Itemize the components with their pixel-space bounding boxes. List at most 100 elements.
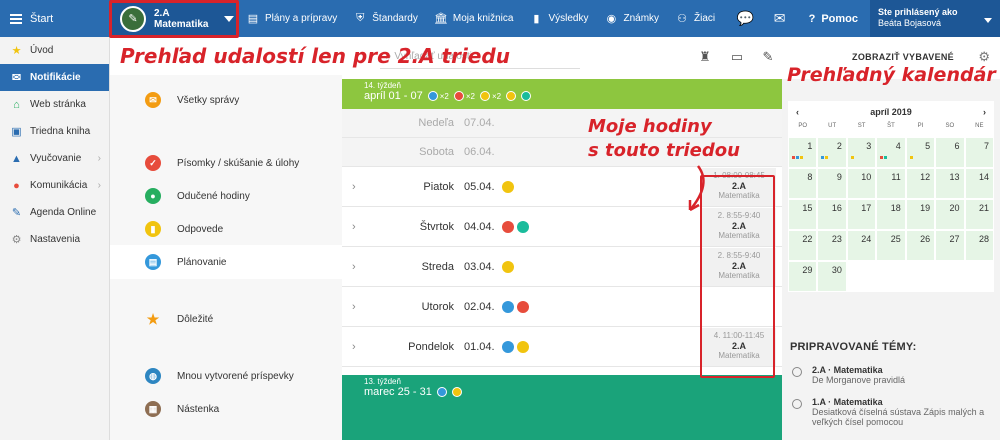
calendar-day-number: 13: [949, 172, 960, 182]
presentation-icon[interactable]: ▭: [729, 49, 745, 65]
category-item-4[interactable]: ▤ Plánovanie: [110, 245, 342, 279]
sidebar-item-0[interactable]: ★ Úvod: [0, 37, 109, 64]
event-dot-icon[interactable]: [502, 180, 514, 193]
calendar-day[interactable]: 20: [935, 199, 965, 230]
sidebar-item-6[interactable]: ✎ Agenda Online: [0, 199, 109, 226]
calendar-day[interactable]: 12: [905, 168, 936, 199]
event-dot-icon[interactable]: [517, 340, 529, 353]
envelope-icon: ✉: [145, 92, 161, 108]
edit-icon[interactable]: ✎: [760, 49, 776, 65]
sidebar-item-3[interactable]: ▣ Triedna kniha: [0, 118, 109, 145]
event-markers: [909, 156, 913, 159]
nav-item-0[interactable]: ▤ Plány a prípravy: [238, 0, 345, 37]
category-item-2[interactable]: ● Odučené hodiny: [110, 179, 342, 213]
chevron-right-icon[interactable]: ›: [352, 221, 356, 233]
calendar-day[interactable]: 26: [905, 230, 936, 261]
calendar-day[interactable]: 22: [788, 230, 818, 261]
calendar-day[interactable]: 30: [817, 261, 847, 292]
calendar-day[interactable]: 11: [876, 168, 906, 199]
event-dot-icon[interactable]: [517, 300, 529, 313]
calendar-day[interactable]: 5: [905, 137, 936, 168]
next-month-button[interactable]: ›: [983, 107, 986, 117]
sidebar-item-5[interactable]: ● Komunikácia ›: [0, 172, 109, 199]
event-dot-icon[interactable]: [502, 340, 514, 353]
week-header-current[interactable]: 14. týždeň apríl 01 - 07 ×2 ×2 ×2: [342, 79, 782, 109]
start-menu-button[interactable]: Štart: [0, 0, 110, 37]
category-item-3[interactable]: ▮ Odpovede: [110, 212, 342, 246]
calendar-day[interactable]: 15: [788, 199, 818, 230]
event-dot-icon[interactable]: [502, 300, 514, 313]
category-item-6[interactable]: ◍ Mnou vytvorené príspevky: [110, 359, 342, 393]
chevron-right-icon[interactable]: ›: [352, 301, 356, 313]
calendar-day[interactable]: 2: [817, 137, 847, 168]
calendar-day[interactable]: 14: [964, 168, 994, 199]
week-header-previous[interactable]: 13. týždeň marec 25 - 31: [342, 375, 782, 440]
calendar-day[interactable]: 4: [876, 137, 906, 168]
planning-icon: ▤: [145, 254, 161, 270]
event-dot-icon[interactable]: [502, 260, 514, 273]
chat-icon: ●: [13, 179, 20, 192]
user-menu[interactable]: Ste prihlásený ako Beáta Bojasová: [870, 0, 1000, 37]
category-label: Nástenka: [177, 403, 220, 415]
week-number: 14. týždeň: [364, 81, 401, 90]
category-item-1[interactable]: ✓ Písomky / skúšanie & úlohy: [110, 146, 342, 180]
calendar-day[interactable]: 28: [964, 230, 994, 261]
weekday-label: SO: [945, 123, 955, 129]
sidebar-item-label: Komunikácia: [30, 180, 88, 191]
category-item-0[interactable]: ✉ Všetky správy: [110, 83, 342, 117]
topic-item[interactable]: 1.A · Matematika Desiatková číselná sústa…: [790, 397, 995, 427]
calendar-day[interactable]: 9: [817, 168, 847, 199]
nav-item-1[interactable]: ⛨ Štandardy: [345, 0, 426, 37]
event-dot-icon[interactable]: [517, 220, 529, 233]
calendar-day[interactable]: 3: [846, 137, 877, 168]
robot-icon[interactable]: ♜: [697, 49, 713, 65]
topic-item[interactable]: 2.A · Matematika De Morganove pravidlá: [790, 365, 995, 385]
show-done-button[interactable]: ZOBRAZIŤ VYBAVENÉ: [852, 52, 954, 62]
weekday-label: NE: [975, 123, 984, 129]
mail-icon[interactable]: ✉: [763, 0, 797, 37]
calendar-day[interactable]: 7: [964, 137, 994, 168]
calendar-day[interactable]: 27: [935, 230, 965, 261]
chevron-right-icon[interactable]: ›: [352, 181, 356, 193]
calendar-day[interactable]: 29: [788, 261, 818, 292]
calendar-day[interactable]: 16: [817, 199, 847, 230]
sidebar-item-1[interactable]: ✉ Notifikácie: [0, 64, 109, 91]
nav-item-2[interactable]: 🏛 Moja knižnica: [426, 0, 522, 37]
sidebar-item-label: Vyučovanie: [30, 153, 82, 164]
event-dot-icon: [451, 387, 462, 397]
annotation-lessons: Moje hodiny s touto triedou: [588, 116, 740, 161]
chat-icon[interactable]: 💬: [729, 0, 763, 37]
event-count-chip: ×2: [427, 91, 449, 101]
envelope-icon: ✉: [11, 72, 22, 84]
nav-item-3[interactable]: ▮ Výsledky: [521, 0, 596, 37]
calendar-day[interactable]: 17: [846, 199, 877, 230]
prev-month-button[interactable]: ‹: [796, 107, 799, 117]
calendar-day[interactable]: 18: [876, 199, 906, 230]
calendar-day[interactable]: 25: [876, 230, 906, 261]
calendar-day-number: 6: [954, 141, 960, 151]
calendar-day[interactable]: 6: [935, 137, 965, 168]
chevron-right-icon[interactable]: ›: [352, 261, 356, 273]
sidebar-item-label: Web stránka: [30, 99, 86, 110]
help-button[interactable]: ? Pomoc: [797, 13, 870, 25]
topic-title: 2.A · Matematika: [812, 365, 883, 375]
calendar-day[interactable]: 10: [846, 168, 877, 199]
calendar-day[interactable]: 19: [905, 199, 936, 230]
category-item-5[interactable]: ★ Dôležité: [110, 302, 342, 336]
sidebar-item-4[interactable]: ▲ Vyučovanie ›: [0, 145, 109, 172]
calendar-day[interactable]: 21: [964, 199, 994, 230]
sidebar-item-2[interactable]: ⌂ Web stránka: [0, 91, 109, 118]
calendar-day[interactable]: 1: [788, 137, 818, 168]
event-dot-icon: [506, 91, 517, 101]
category-item-7[interactable]: ▦ Nástenka: [110, 392, 342, 426]
chevron-right-icon[interactable]: ›: [352, 341, 356, 353]
calendar-day[interactable]: 23: [817, 230, 847, 261]
nav-item-4[interactable]: ◉ Známky: [596, 0, 667, 37]
gear-icon[interactable]: ⚙: [978, 49, 990, 65]
calendar-day[interactable]: 8: [788, 168, 818, 199]
nav-item-5[interactable]: ⚇ Žiaci: [667, 0, 723, 37]
sidebar-item-7[interactable]: ⚙ Nastavenia: [0, 226, 109, 253]
calendar-day[interactable]: 13: [935, 168, 965, 199]
calendar-day[interactable]: 24: [846, 230, 877, 261]
event-dot-icon[interactable]: [502, 220, 514, 233]
